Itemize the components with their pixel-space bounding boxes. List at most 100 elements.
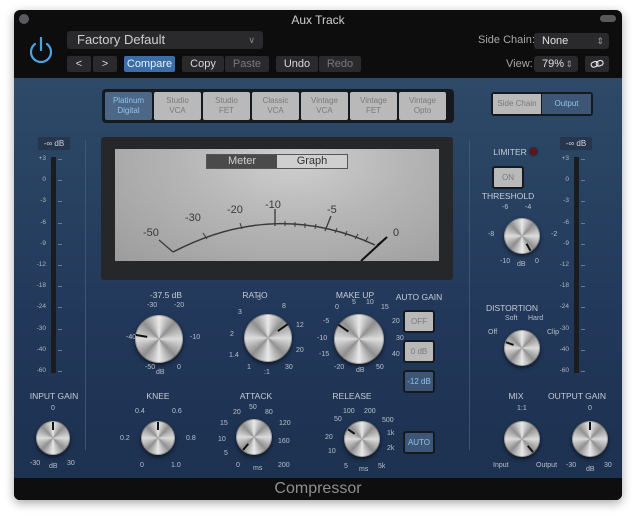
release-knob[interactable] xyxy=(344,421,380,457)
tick-label: -15 xyxy=(319,351,330,358)
tick-label: 5k xyxy=(378,463,386,470)
threshold-knob[interactable] xyxy=(135,315,183,363)
limiter-on-button[interactable]: ON xyxy=(492,166,524,189)
meter-scale-tick xyxy=(581,349,585,351)
limiter-threshold-knob[interactable] xyxy=(504,218,540,254)
mode-platinum-digital[interactable]: Platinum Digital xyxy=(105,92,152,120)
meter-scale-tick xyxy=(58,222,62,224)
meter-scale-label: 0 xyxy=(42,176,46,184)
output-level-readout: -∞ dB xyxy=(560,137,592,150)
mode-vintage-vca[interactable]: Vintage VCA xyxy=(301,92,348,120)
tick-label: Clip xyxy=(547,329,560,336)
mode-studio-fet[interactable]: Studio FET xyxy=(203,92,250,120)
side-chain-output-switch: Side Chain Output xyxy=(491,92,593,116)
tick-label: 0.4 xyxy=(135,408,145,415)
input-gain-knob[interactable] xyxy=(36,421,70,455)
paste-button[interactable]: Paste xyxy=(225,56,269,72)
tick-label: 30 xyxy=(285,364,293,371)
tick-label: 5 xyxy=(352,299,356,306)
tick-label: 1 xyxy=(247,364,251,371)
divider xyxy=(469,140,470,450)
next-preset-button[interactable]: > xyxy=(93,56,117,72)
tick-label: 0 xyxy=(140,462,144,469)
meter-scale-tick xyxy=(581,159,585,160)
mix-label: MIX xyxy=(508,391,524,401)
meter-scale-label: -24 xyxy=(36,303,46,311)
side-chain-value: None xyxy=(542,35,569,47)
tick-label: 15 xyxy=(381,304,389,311)
side-chain-select[interactable]: None ⇕ xyxy=(534,33,609,49)
auto-gain-0db-button[interactable]: 0 dB xyxy=(403,340,435,363)
tick-label: 30 xyxy=(67,460,75,467)
circuit-type-selector: Platinum Digital Studio VCA Studio FET Clas… xyxy=(102,89,454,123)
tick-label: -30 xyxy=(566,462,577,469)
tick-label: 500 xyxy=(382,417,394,424)
mode-studio-vca[interactable]: Studio VCA xyxy=(154,92,201,120)
link-button[interactable] xyxy=(585,56,609,72)
plugin-name-footer: Compressor xyxy=(14,478,622,500)
tick-label: 2k xyxy=(387,445,395,452)
meter-scale-tick xyxy=(58,286,62,288)
meter-scale-tick xyxy=(58,307,62,309)
undo-button[interactable]: Undo xyxy=(276,56,318,72)
view-zoom-select[interactable]: 79% ⇕ xyxy=(534,56,578,72)
makeup-knob[interactable] xyxy=(334,314,384,364)
tick-label: 160 xyxy=(278,438,290,445)
tick-label: -50 xyxy=(145,364,156,371)
mode-vintage-opto[interactable]: Vintage Opto xyxy=(399,92,446,120)
attack-knob[interactable] xyxy=(236,419,272,455)
distortion-knob[interactable] xyxy=(504,330,540,366)
output-gain-knob[interactable] xyxy=(572,421,608,457)
tick-label: -10 xyxy=(500,258,511,265)
output-level-meter xyxy=(574,157,579,373)
knee-knob[interactable] xyxy=(141,421,175,455)
tick-label: Soft xyxy=(505,315,518,322)
auto-gain-off-button[interactable]: OFF xyxy=(403,310,435,333)
release-auto-button[interactable]: AUTO xyxy=(403,431,435,454)
preset-name: Factory Default xyxy=(77,32,166,47)
unit-label: ms xyxy=(253,465,263,472)
tick-label: 30 xyxy=(604,462,612,469)
tick-label: 20 xyxy=(296,347,304,354)
tick-label: -8 xyxy=(488,231,495,238)
threshold-value: -37.5 dB xyxy=(149,290,183,300)
meter-scale-label: -5 xyxy=(327,204,337,216)
meter-scale-tick xyxy=(581,222,585,224)
preset-dropdown[interactable]: Factory Default ∨ xyxy=(67,31,263,49)
tick-label: 2 xyxy=(230,331,234,338)
tick-label: -10 xyxy=(317,335,328,342)
tick-label: 1:1 xyxy=(517,405,527,412)
compare-button[interactable]: Compare xyxy=(124,56,175,72)
ratio-knob[interactable] xyxy=(244,314,292,362)
side-chain-tab[interactable]: Side Chain xyxy=(493,94,541,114)
side-chain-label: Side Chain: xyxy=(478,34,535,46)
tick-label: 1.4 xyxy=(229,352,239,359)
tick-label: -30 xyxy=(30,460,41,467)
mix-knob[interactable] xyxy=(504,421,540,457)
auto-gain-minus12-button[interactable]: -12 dB xyxy=(403,370,435,393)
tick-label: Output xyxy=(536,462,558,469)
mode-vintage-fet[interactable]: Vintage FET xyxy=(350,92,397,120)
meter-scale-tick xyxy=(58,371,62,372)
previous-preset-button[interactable]: < xyxy=(67,56,91,72)
tick-label: 50 xyxy=(249,404,257,411)
redo-button[interactable]: Redo xyxy=(319,56,361,72)
window-toggle-button[interactable] xyxy=(600,15,616,22)
tick-label: -40 xyxy=(126,334,137,341)
tick-label: 0 xyxy=(51,405,55,412)
meter-scale-tick xyxy=(581,201,585,203)
meter-scale-label: -6 xyxy=(40,218,46,226)
tick-label: Off xyxy=(488,329,498,336)
tick-label: 120 xyxy=(279,420,291,427)
input-level-meter xyxy=(51,157,56,373)
tick-label: 200 xyxy=(364,408,376,415)
mode-classic-vca[interactable]: Classic VCA xyxy=(252,92,299,120)
meter-scale-label: -3 xyxy=(40,197,46,205)
copy-button[interactable]: Copy xyxy=(182,56,224,72)
tick-label: -6 xyxy=(502,204,509,211)
tick-label: 5 xyxy=(257,295,261,302)
output-tab[interactable]: Output xyxy=(542,94,591,114)
release-label: RELEASE xyxy=(332,391,372,401)
tick-label: 8 xyxy=(282,303,286,310)
power-icon[interactable] xyxy=(26,35,56,65)
